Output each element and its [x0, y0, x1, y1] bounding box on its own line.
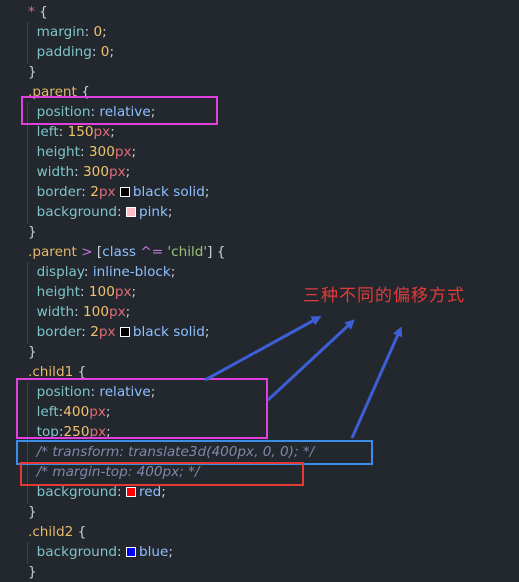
annotation-arrows — [204, 316, 403, 439]
arrow-3 — [350, 326, 403, 439]
arrow-2 — [266, 319, 355, 402]
